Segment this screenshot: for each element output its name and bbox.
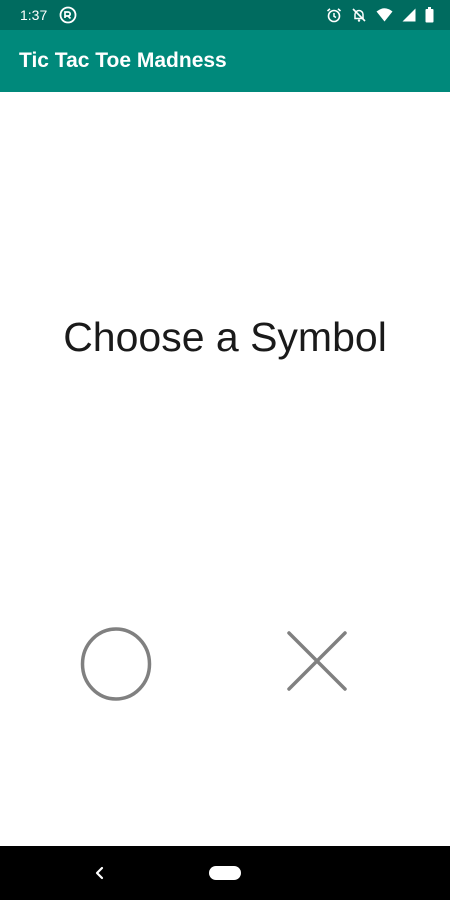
notifications-off-icon	[351, 7, 367, 23]
circle-symbol-icon	[80, 627, 152, 701]
alarm-icon	[326, 7, 342, 23]
cross-symbol-icon	[287, 631, 347, 691]
wifi-icon	[376, 8, 393, 22]
status-left: 1:37	[20, 6, 77, 24]
status-right	[326, 7, 434, 23]
cross-symbol-button[interactable]	[284, 629, 350, 693]
app-bar: Tic Tac Toe Madness	[0, 30, 450, 92]
status-time: 1:37	[20, 7, 48, 23]
status-bar: 1:37	[0, 0, 450, 30]
screen: 1:37 Tic Tac Toe Madness Choose a Symbol	[0, 0, 450, 900]
app-title: Tic Tac Toe Madness	[19, 49, 227, 72]
back-icon[interactable]	[92, 863, 108, 883]
battery-icon	[425, 7, 434, 23]
circle-symbol-button[interactable]	[79, 625, 153, 703]
home-pill-icon[interactable]	[209, 866, 241, 880]
navigation-bar	[0, 846, 450, 900]
sync-icon	[59, 6, 77, 24]
signal-icon	[402, 8, 416, 22]
choose-symbol-heading: Choose a Symbol	[63, 314, 387, 360]
